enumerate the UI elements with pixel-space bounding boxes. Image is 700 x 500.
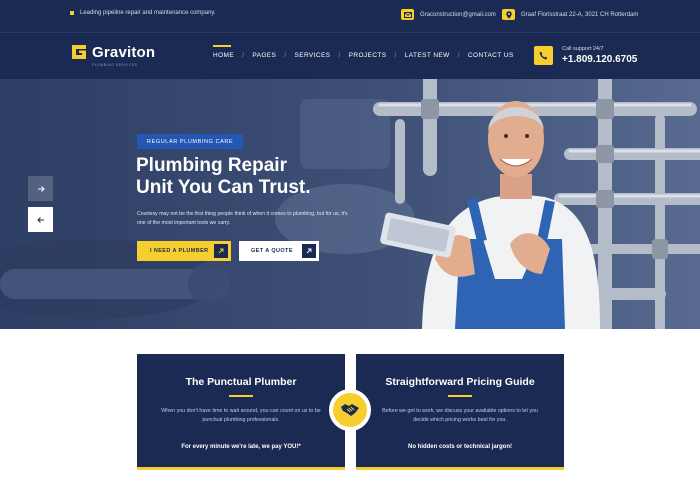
square-bullet-icon: [70, 11, 74, 15]
feature-card-footer: No hidden costs or technical jargon!: [407, 444, 512, 450]
feature-card-punctual: The Punctual Plumber When you don't have…: [137, 354, 345, 470]
address-contact: Graaf Florisstraat 22-A, 3021 CH Rotterd…: [502, 9, 638, 20]
address-text: Graaf Florisstraat 22-A, 3021 CH Rotterd…: [521, 11, 639, 18]
nav-item-projects[interactable]: PROJECTS: [349, 52, 387, 59]
feature-card-pricing: Straightforward Pricing Guide Before we …: [356, 354, 564, 470]
nav-item-latest-new[interactable]: LATEST NEW: [405, 52, 450, 59]
email-contact[interactable]: Graconstruction@gmail.com: [401, 9, 496, 20]
tagline: Leading pipeline repair and maintenance …: [70, 10, 216, 16]
logo-g-icon: [72, 45, 86, 59]
feature-card-text: Before we get to work, we discuss your a…: [382, 408, 538, 423]
plumber-with-tablet-image: [373, 79, 700, 329]
top-info-bar: Leading pipeline repair and maintenance …: [0, 0, 700, 32]
hero-title-line-1: Plumbing Repair: [136, 155, 287, 176]
hero-description: Courtesy may not be the first thing peop…: [137, 211, 348, 226]
slider-prev-button[interactable]: [28, 207, 53, 232]
nav-separator: /: [457, 52, 460, 59]
logo-subtitle: PLUMBING SERVICES: [92, 63, 138, 67]
feature-card-title: Straightforward Pricing Guide: [385, 376, 535, 388]
arrow-up-right-icon: [302, 244, 316, 258]
phone-support[interactable]: Call support 24/7 +1.809.120.6705: [534, 46, 637, 65]
title-underline: [229, 395, 253, 397]
hero-badge: REGULAR PLUMBING CARE: [137, 134, 244, 149]
slider-next-button[interactable]: [28, 176, 53, 201]
nav-item-contact-us[interactable]: CONTACT US: [468, 52, 514, 59]
nav-separator: /: [338, 52, 341, 59]
map-pin-icon: [502, 9, 515, 20]
phone-text: Call support 24/7 +1.809.120.6705: [562, 46, 637, 65]
hero-slider: REGULAR PLUMBING CARE Plumbing Repair Un…: [0, 79, 700, 329]
feature-card-text: When you don't have time to wait around,…: [161, 408, 321, 423]
hero-title: Plumbing Repair Unit You Can Trust.: [136, 155, 396, 199]
arrow-up-right-icon: [214, 244, 228, 258]
main-navigation: HOME / PAGES / SERVICES / PROJECTS / LAT…: [213, 45, 514, 59]
feature-card-title: The Punctual Plumber: [185, 376, 297, 388]
nav-item-services[interactable]: SERVICES: [294, 52, 330, 59]
nav-separator: /: [284, 52, 287, 59]
phone-number[interactable]: +1.809.120.6705: [562, 54, 637, 65]
email-text[interactable]: Graconstruction@gmail.com: [420, 12, 496, 18]
logo-name: Graviton: [92, 43, 156, 61]
nav-item-home[interactable]: HOME: [213, 45, 234, 59]
arrow-left-icon: [36, 216, 44, 223]
secondary-button-label: GET A QUOTE: [251, 248, 293, 254]
phone-icon: [534, 46, 553, 65]
tagline-text: Leading pipeline repair and maintenance …: [80, 10, 216, 16]
site-logo[interactable]: Graviton PLUMBING SERVICES: [70, 43, 156, 67]
arrow-right-icon: [37, 185, 45, 192]
envelope-icon: [401, 9, 414, 20]
hero-title-line-2: Unit You Can Trust.: [136, 177, 311, 198]
nav-separator: /: [242, 52, 245, 59]
nav-separator: /: [394, 52, 397, 59]
nav-item-pages[interactable]: PAGES: [252, 52, 276, 59]
handshake-icon: [341, 404, 359, 416]
get-a-quote-button[interactable]: GET A QUOTE: [239, 241, 319, 261]
feature-card-footer: For every minute we're late, we pay YOU!…: [181, 444, 301, 450]
primary-button-label: I NEED A PLUMBER: [150, 248, 209, 254]
handshake-badge: [329, 389, 371, 431]
main-header: Graviton PLUMBING SERVICES HOME / PAGES …: [0, 32, 700, 79]
i-need-a-plumber-button[interactable]: I NEED A PLUMBER: [137, 241, 231, 261]
phone-label: Call support 24/7: [562, 46, 604, 52]
title-underline: [448, 395, 472, 397]
